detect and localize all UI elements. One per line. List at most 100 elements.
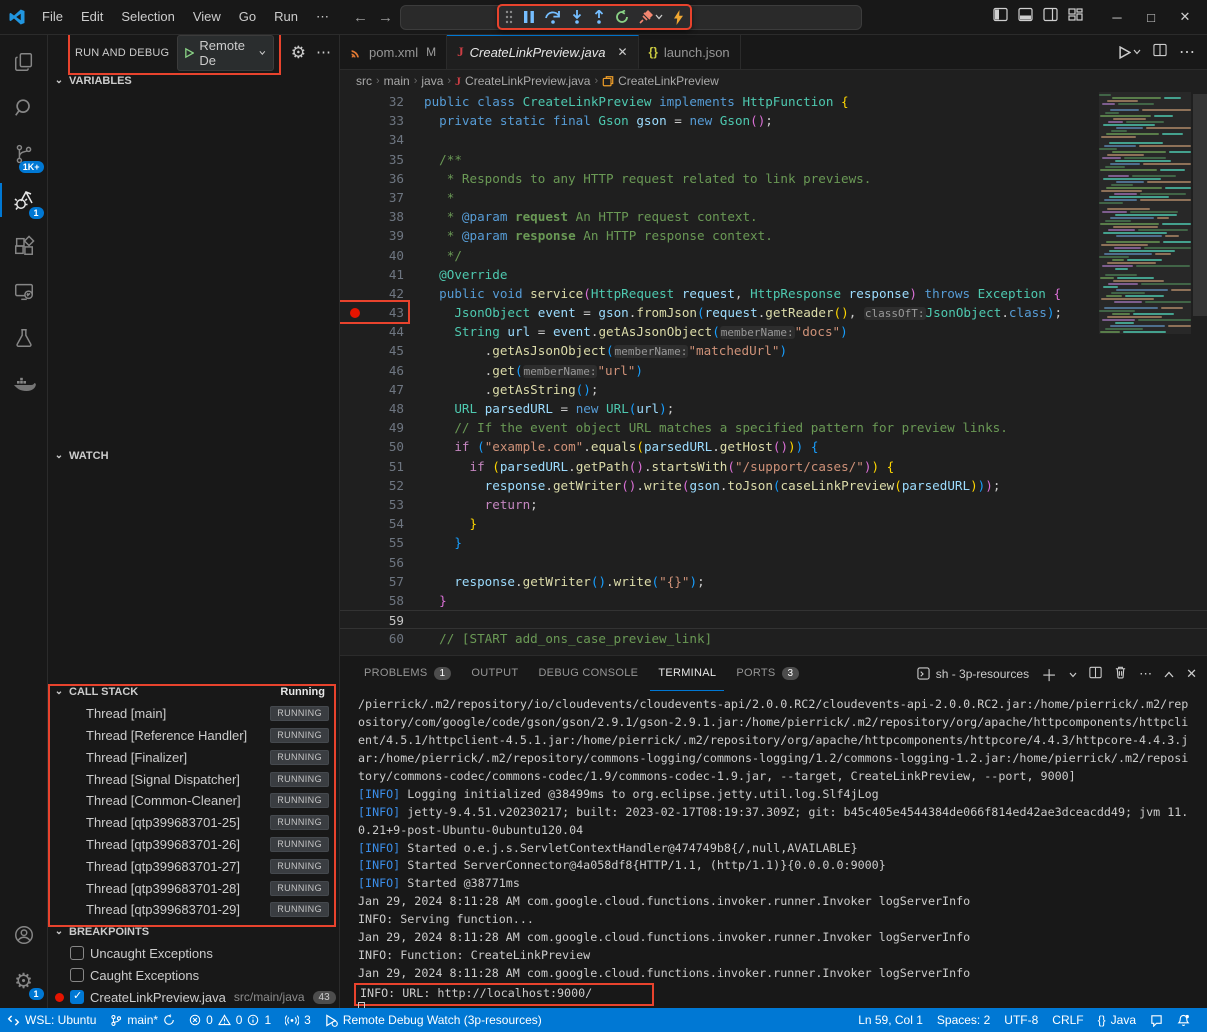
line-number[interactable]: 43	[340, 303, 404, 322]
terminal-output[interactable]: /pierrick/.m2/repository/io/cloudevents/…	[340, 691, 1207, 1008]
eol-indicator[interactable]: CRLF	[1045, 1013, 1090, 1027]
panel-more-actions-icon[interactable]: ⋯	[1139, 666, 1152, 682]
source-control-icon[interactable]: 1K+	[0, 131, 48, 177]
line-number[interactable]: 51	[340, 457, 404, 476]
line-number[interactable]: 47	[340, 380, 404, 399]
call-stack-thread-row[interactable]: Thread [Reference Handler]RUNNING	[48, 725, 339, 747]
code-line-52[interactable]: 52 response.getWriter().write(gson.toJso…	[340, 476, 1207, 495]
split-terminal-icon[interactable]	[1089, 666, 1102, 682]
debug-settings-gear-icon[interactable]: ⚙	[291, 43, 306, 63]
close-panel-icon[interactable]: ✕	[1186, 666, 1197, 682]
run-java-button[interactable]	[1119, 46, 1141, 59]
code-line-58[interactable]: 58 }	[340, 591, 1207, 610]
remote-explorer-icon[interactable]	[0, 269, 48, 315]
code-line-56[interactable]: 56	[340, 553, 1207, 572]
ports-indicator[interactable]: 3	[278, 1008, 318, 1032]
line-number[interactable]: 32	[340, 92, 404, 111]
call-stack-thread-row[interactable]: Thread [qtp399683701-27]RUNNING	[48, 855, 339, 877]
language-indicator[interactable]: {}Java	[1091, 1013, 1143, 1027]
launch-config-dropdown[interactable]: Remote De	[177, 35, 273, 71]
tab-problems[interactable]: PROBLEMS1	[356, 656, 459, 691]
debug-restart-button[interactable]	[615, 10, 629, 24]
indentation-indicator[interactable]: Spaces: 2	[930, 1013, 997, 1027]
nav-back-icon[interactable]: ←	[353, 9, 368, 26]
code-line-37[interactable]: 37 *	[340, 188, 1207, 207]
minimize-button[interactable]: ─	[1103, 10, 1131, 25]
menu-edit[interactable]: Edit	[73, 5, 111, 29]
account-icon[interactable]	[0, 912, 48, 958]
code-line-51[interactable]: 51 if (parsedURL.getPath().startsWith("/…	[340, 457, 1207, 476]
call-stack-thread-row[interactable]: Thread [Finalizer]RUNNING	[48, 746, 339, 768]
feedback-icon[interactable]	[1143, 1014, 1170, 1027]
code-line-33[interactable]: 33 private static final Gson gson = new …	[340, 111, 1207, 130]
menu-go[interactable]: Go	[231, 5, 264, 29]
split-editor-icon[interactable]	[1153, 43, 1167, 62]
code-line-40[interactable]: 40 */	[340, 246, 1207, 265]
tab-output[interactable]: OUTPUT	[463, 656, 526, 691]
menu-run[interactable]: Run	[266, 5, 306, 29]
tab-launch-json[interactable]: {} launch.json	[639, 35, 741, 69]
line-number[interactable]: 57	[340, 572, 404, 591]
line-number[interactable]: 44	[340, 322, 404, 341]
line-number[interactable]: 41	[340, 265, 404, 284]
code-line-42[interactable]: 42 public void service(HttpRequest reque…	[340, 284, 1207, 303]
terminal-selector[interactable]: sh - 3p-resources	[917, 667, 1029, 681]
sidebar-more-actions-icon[interactable]: ⋯	[316, 43, 331, 63]
tab-close-icon[interactable]: ✕	[617, 45, 627, 59]
debug-step-out-button[interactable]	[593, 10, 605, 24]
line-number[interactable]: 58	[340, 591, 404, 610]
breadcrumb-file[interactable]: CreateLinkPreview.java	[465, 74, 590, 88]
call-stack-thread-row[interactable]: Thread [Signal Dispatcher]RUNNING	[48, 768, 339, 790]
tab-terminal[interactable]: TERMINAL	[650, 656, 724, 691]
breakpoint-file-row[interactable]: CreateLinkPreview.java src/main/java 43	[48, 986, 339, 1008]
problems-indicator[interactable]: 0 0 1	[182, 1008, 278, 1032]
code-line-46[interactable]: 46 .get(memberName:"url")	[340, 361, 1207, 380]
line-number[interactable]: 56	[340, 553, 404, 572]
code-line-45[interactable]: 45 .getAsJsonObject(memberName:"matchedU…	[340, 341, 1207, 360]
call-stack-thread-row[interactable]: Thread [qtp399683701-28]RUNNING	[48, 877, 339, 899]
code-line-55[interactable]: 55 }	[340, 533, 1207, 552]
extensions-icon[interactable]	[0, 223, 48, 269]
breakpoints-section-header[interactable]: ⌄BREAKPOINTS	[48, 921, 339, 943]
call-stack-thread-row[interactable]: Thread [main]RUNNING	[48, 703, 339, 725]
line-number[interactable]: 59	[340, 611, 404, 628]
line-number[interactable]: 37	[340, 188, 404, 207]
editor-scrollbar[interactable]	[1193, 94, 1207, 316]
debug-pause-button[interactable]	[523, 10, 535, 24]
code-line-47[interactable]: 47 .getAsString();	[340, 380, 1207, 399]
code-line-41[interactable]: 41 @Override	[340, 265, 1207, 284]
menu-view[interactable]: View	[185, 5, 229, 29]
code-line-32[interactable]: 32public class CreateLinkPreview impleme…	[340, 92, 1207, 111]
docker-icon[interactable]	[0, 361, 48, 407]
debug-toolbar-grip[interactable]	[505, 10, 513, 24]
toggle-sidebar-icon[interactable]	[993, 7, 1008, 27]
nav-forward-icon[interactable]: →	[378, 9, 393, 26]
close-window-button[interactable]: ✕	[1171, 9, 1199, 25]
line-number[interactable]: 40	[340, 246, 404, 265]
encoding-indicator[interactable]: UTF-8	[997, 1013, 1045, 1027]
line-number[interactable]: 35	[340, 150, 404, 169]
code-line-49[interactable]: 49 // If the event object URL matches a …	[340, 418, 1207, 437]
breakpoint-caught-exceptions[interactable]: Caught Exceptions	[48, 964, 339, 986]
new-terminal-button[interactable]: ＋	[1041, 662, 1057, 686]
line-number[interactable]: 53	[340, 495, 404, 514]
minimap[interactable]	[1099, 94, 1191, 334]
code-line-50[interactable]: 50 if ("example.com".equals(parsedURL.ge…	[340, 437, 1207, 456]
search-icon[interactable]	[0, 85, 48, 131]
line-number[interactable]: 49	[340, 418, 404, 437]
debug-step-into-button[interactable]	[571, 10, 583, 24]
breakpoint-uncaught-exceptions[interactable]: Uncaught Exceptions	[48, 943, 339, 965]
code-line-38[interactable]: 38 * @param request An HTTP request cont…	[340, 207, 1207, 226]
code-line-48[interactable]: 48 URL parsedURL = new URL(url);	[340, 399, 1207, 418]
caught-exceptions-checkbox[interactable]	[70, 968, 84, 982]
line-number[interactable]: 46	[340, 361, 404, 380]
code-line-35[interactable]: 35 /**	[340, 150, 1207, 169]
line-number[interactable]: 38	[340, 207, 404, 226]
watch-section-header[interactable]: ⌄WATCH	[48, 445, 339, 467]
tab-createlinkpreview-java[interactable]: J CreateLinkPreview.java ✕	[447, 35, 638, 69]
breadcrumb-src[interactable]: src	[356, 74, 372, 88]
line-number[interactable]: 45	[340, 341, 404, 360]
line-number[interactable]: 48	[340, 399, 404, 418]
line-number[interactable]: 34	[340, 130, 404, 149]
code-line-43[interactable]: 43 JsonObject event = gson.fromJson(requ…	[340, 303, 1207, 322]
